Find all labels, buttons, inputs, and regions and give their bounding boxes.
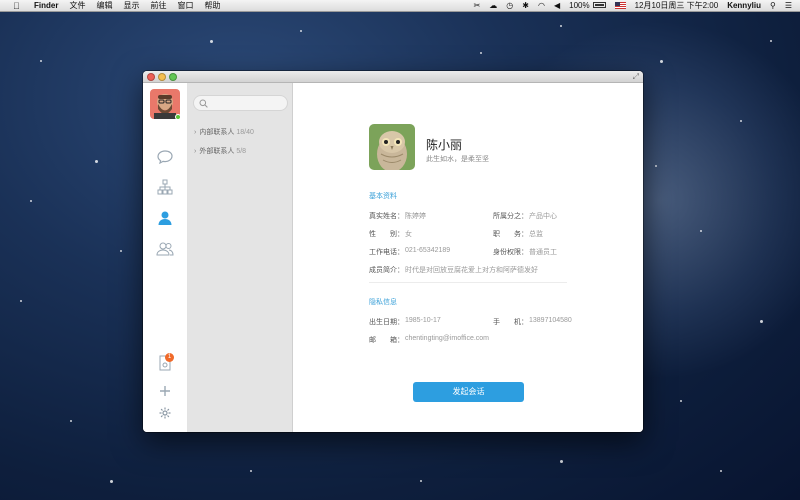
field-label: 出生日期：	[369, 319, 404, 326]
nav-settings[interactable]	[155, 403, 175, 423]
contacts-panel: › 内部联系人 18/40 › 外部联系人 5/8	[188, 83, 293, 432]
bluetooth-icon[interactable]: ✱	[522, 0, 529, 12]
menu-go[interactable]: 前往	[150, 0, 166, 12]
field-mobile: 手 机： 13897104580	[493, 317, 572, 327]
field-value: 女	[405, 231, 412, 238]
app-window: ⤢ 1 › 内部联系人 18/40 › 外部联系人 5/8 陈小丽 此生如水，是…	[143, 71, 643, 432]
contact-detail: 陈小丽 此生如水，是柔至坚 基本资料 真实姓名： 陈婷婷 所属分之： 产品中心 …	[293, 83, 643, 432]
field-branch: 所属分之： 产品中心	[493, 211, 557, 221]
nav-messages[interactable]	[155, 147, 175, 167]
chat-bubble-icon	[157, 150, 173, 164]
window-close-button[interactable]	[147, 73, 155, 81]
field-value: 13897104580	[529, 317, 572, 324]
field-label: 工作电话：	[369, 249, 404, 256]
group-external-contacts[interactable]: › 外部联系人 5/8	[194, 146, 246, 156]
scissors-icon[interactable]: ✂	[474, 0, 481, 12]
online-status-indicator	[175, 114, 181, 120]
field-label: 身份权限：	[493, 249, 528, 256]
nav-add[interactable]	[155, 381, 175, 401]
search-icon	[199, 99, 208, 108]
input-source-flag-icon[interactable]	[614, 0, 626, 12]
contact-avatar	[369, 124, 415, 170]
field-value: 1985-10-17	[405, 317, 441, 324]
notification-badge: 1	[165, 353, 174, 362]
field-value: 总监	[529, 231, 543, 238]
wifi-icon[interactable]: ◠	[538, 0, 545, 12]
field-label: 手 机：	[493, 319, 528, 326]
menu-edit[interactable]: 编辑	[96, 0, 112, 12]
menu-help[interactable]: 帮助	[204, 0, 220, 12]
group-count: 5/8	[236, 147, 247, 155]
chevron-right-icon: ›	[194, 147, 197, 155]
fullscreen-icon[interactable]: ⤢	[633, 72, 639, 82]
field-label: 邮 箱：	[369, 337, 404, 344]
section-divider	[369, 282, 567, 283]
menu-app-name[interactable]: Finder	[34, 0, 58, 12]
nav-organization[interactable]	[155, 177, 175, 197]
group-name: 内部联系人	[199, 129, 235, 136]
menu-file[interactable]: 文件	[69, 0, 85, 12]
private-info-title: 隐私信息	[369, 299, 397, 306]
cloud-icon[interactable]: ☁	[489, 0, 497, 12]
field-position: 职 务： 总监	[493, 229, 543, 239]
field-label: 职 务：	[493, 231, 528, 238]
org-chart-icon	[157, 179, 173, 195]
field-value: 产品中心	[529, 213, 557, 220]
window-zoom-button[interactable]	[169, 73, 177, 81]
menu-window[interactable]: 窗口	[177, 0, 193, 12]
field-real-name: 真实姓名： 陈婷婷	[369, 211, 426, 221]
group-count: 18/40	[236, 128, 254, 136]
field-value: chentingting@imoffice.com	[405, 335, 490, 342]
field-value: 时代是对回放豆腐花爱上对方和阿萨德发好	[405, 267, 538, 274]
field-label: 所属分之：	[493, 213, 528, 220]
field-email: 邮 箱： chentingting@imoffice.com	[369, 335, 489, 345]
gear-icon	[159, 407, 171, 419]
field-permission: 身份权限： 普通员工	[493, 247, 557, 257]
time-machine-icon[interactable]: ◷	[506, 0, 513, 12]
user-menu[interactable]: Kennyliu	[727, 0, 761, 12]
group-icon	[156, 242, 174, 256]
field-work-phone: 工作电话： 021-65342189	[369, 247, 450, 257]
basic-info-title: 基本资料	[369, 193, 397, 200]
field-gender: 性 别： 女	[369, 229, 412, 239]
nav-sidebar: 1	[143, 83, 188, 432]
person-icon	[158, 211, 172, 225]
search-box[interactable]	[193, 95, 288, 111]
spotlight-search-icon[interactable]: ⚲	[770, 0, 776, 12]
battery-icon	[592, 2, 606, 9]
field-value: 陈婷婷	[405, 213, 426, 220]
nav-groups[interactable]	[155, 239, 175, 259]
field-label: 真实姓名：	[369, 213, 404, 220]
nav-contacts[interactable]	[155, 208, 175, 228]
window-titlebar[interactable]: ⤢	[143, 71, 643, 83]
field-intro: 成员简介： 时代是对回放豆腐花爱上对方和阿萨德发好	[369, 265, 538, 275]
notification-center-icon[interactable]: ☰	[785, 0, 792, 12]
clock[interactable]: 12月10日周三 下午2:00	[635, 0, 719, 12]
start-chat-button[interactable]: 发起会话	[413, 382, 524, 402]
volume-icon[interactable]: ◀	[554, 0, 560, 12]
field-value: 普通员工	[529, 249, 557, 256]
plus-icon	[160, 386, 170, 396]
field-label: 成员简介：	[369, 267, 404, 274]
menu-view[interactable]: 显示	[123, 0, 139, 12]
chevron-right-icon: ›	[194, 128, 197, 136]
group-internal-contacts[interactable]: › 内部联系人 18/40	[194, 127, 254, 137]
field-label: 性 别：	[369, 231, 404, 238]
field-value: 021-65342189	[405, 247, 451, 254]
apple-menu-icon[interactable]: 	[13, 0, 25, 12]
group-name: 外部联系人	[199, 148, 235, 155]
field-birthday: 出生日期： 1985-10-17	[369, 317, 441, 327]
contact-name: 陈小丽	[426, 138, 463, 152]
menubar:  Finder 文件 编辑 显示 前往 窗口 帮助 ✂ ☁ ◷ ✱ ◠ ◀ 1…	[0, 0, 800, 12]
contact-motto: 此生如水，是柔至坚	[426, 156, 489, 163]
battery-status[interactable]: 100%	[569, 0, 606, 12]
window-minimize-button[interactable]	[158, 73, 166, 81]
